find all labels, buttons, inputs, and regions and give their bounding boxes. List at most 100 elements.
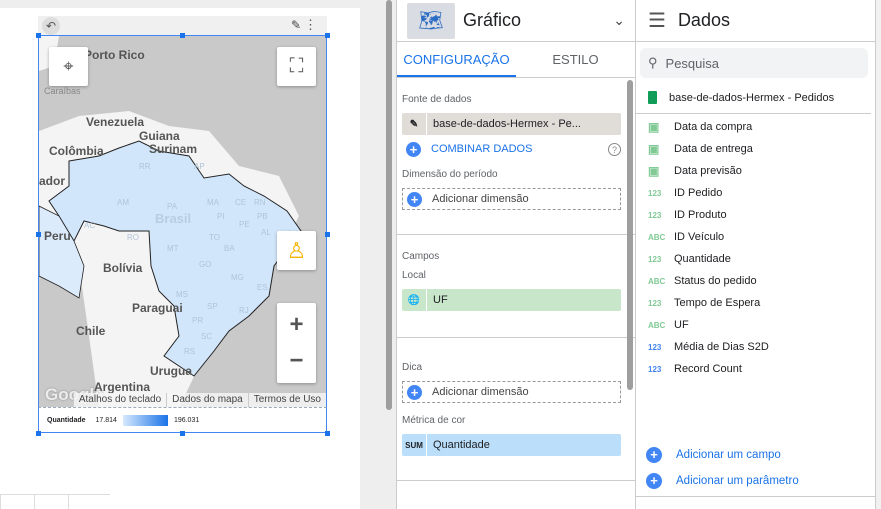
field-item[interactable]: ▣ Data previsão (636, 160, 875, 182)
add-field-button[interactable]: + Adicionar um campo (642, 442, 799, 468)
plus-icon: + (646, 447, 662, 463)
resize-handle[interactable] (180, 33, 185, 38)
state-label: PI (217, 212, 225, 221)
add-period-dimension[interactable]: + Adicionar dimensão (402, 188, 621, 210)
map-label: Chile (76, 324, 106, 338)
field-item[interactable]: 123 Tempo de Espera (636, 292, 875, 314)
report-canvas: ↶ ✎ ⋮ Porto Rico Caraíbas Venezuela Guia… (0, 0, 396, 509)
config-scrollbar[interactable] (627, 80, 633, 390)
field-item[interactable]: ABC UF (636, 314, 875, 336)
data-source-chip[interactable]: ✎ base-de-dados-Hermex - Pe... (402, 113, 621, 135)
pegman-icon[interactable]: ♙ (277, 231, 316, 270)
state-label: BA (224, 244, 235, 253)
keyboard-shortcuts-link[interactable]: Atalhos do teclado (72, 393, 166, 407)
blend-data-button[interactable]: + COMBINAR DADOS ? (402, 135, 621, 163)
map-label: Brasil (155, 211, 192, 226)
color-metric-chip[interactable]: SUM Quantidade (402, 434, 621, 456)
add-parameter-button[interactable]: + Adicionar um parâmetro (642, 468, 799, 494)
resize-handle[interactable] (36, 33, 41, 38)
terms-link[interactable]: Termos de Uso (247, 393, 326, 407)
field-item[interactable]: ABC ID Veículo (636, 226, 875, 248)
locate-icon[interactable]: ⌖ (49, 47, 88, 86)
field-label: ID Veículo (674, 231, 725, 243)
field-label: Record Count (674, 363, 742, 375)
resize-handle[interactable] (180, 431, 185, 436)
field-label: Status do pedido (674, 275, 757, 287)
state-label: RN (254, 198, 266, 207)
date-icon: ▣ (648, 142, 660, 156)
search-placeholder: Pesquisa (665, 55, 720, 71)
field-item[interactable]: 123 Média de Dias S2D (636, 336, 875, 358)
field-item[interactable]: ▣ Data de entrega (636, 138, 875, 160)
field-item[interactable]: 123 ID Pedido (636, 182, 875, 204)
text-type-icon: ABC (648, 276, 666, 286)
search-icon: ⚲ (648, 55, 658, 70)
state-label: MA (207, 198, 219, 207)
resize-handle[interactable] (36, 431, 41, 436)
canvas-scrollbar[interactable] (386, 0, 392, 410)
map-label: Guiana (139, 129, 180, 143)
state-label: AP (194, 162, 205, 171)
fullscreen-icon[interactable]: ⛶ (277, 47, 316, 86)
legend-title: Quantidade (47, 416, 86, 424)
plus-icon: + (406, 141, 421, 157)
add-field-label: Adicionar um campo (676, 449, 781, 461)
data-source-name: base-de-dados-Hermex - Pedidos (669, 91, 835, 104)
tab-estilo[interactable]: ESTILO (516, 42, 635, 77)
data-source-item[interactable]: base-de-dados-Hermex - Pedidos (636, 82, 871, 114)
state-label: PE (239, 220, 250, 229)
table-icon: ☰ (648, 10, 666, 32)
aggregation-badge[interactable]: SUM (402, 434, 427, 456)
add-tooltip-dimension[interactable]: + Adicionar dimensão (402, 381, 621, 403)
chart-type-label: Gráfico (463, 10, 522, 30)
zoom-control[interactable]: + − (277, 303, 316, 383)
location-field-chip[interactable]: 🌐 UF (402, 289, 621, 311)
legend-max: 196.031 (173, 416, 200, 424)
color-metric-field: Quantidade (433, 439, 490, 451)
state-label: RR (139, 162, 151, 171)
field-item[interactable]: ▣ Data da compra (636, 116, 875, 138)
resize-handle[interactable] (325, 431, 330, 436)
help-icon[interactable]: ? (608, 142, 621, 156)
plus-icon: + (407, 384, 422, 400)
zoom-out-icon[interactable]: − (289, 347, 303, 375)
tab-configuracao[interactable]: CONFIGURAÇÃO (397, 42, 516, 77)
field-item[interactable]: 123 ID Produto (636, 204, 875, 226)
state-label: RS (184, 347, 196, 356)
field-label: ID Produto (674, 209, 727, 221)
more-icon[interactable]: ⋮ (304, 17, 317, 33)
map-label: Peru (44, 229, 71, 243)
text-type-icon: ABC (648, 320, 666, 330)
undo-icon[interactable]: ↶ (42, 17, 60, 35)
map-data-link[interactable]: Dados do mapa (166, 393, 248, 407)
geo-map[interactable]: Porto Rico Caraíbas Venezuela Guiana Sur… (38, 35, 327, 407)
chart-config-panel: 🗺 Gráfico ⌄ CONFIGURAÇÃO ESTILO Fonte de… (396, 0, 636, 509)
number-type-icon: 123 (648, 254, 662, 264)
add-dimension-label: Adicionar dimensão (432, 193, 529, 205)
resize-handle[interactable] (36, 232, 41, 237)
state-label: RO (127, 233, 139, 242)
location-label: Local (402, 270, 426, 281)
data-panel-title: Dados (677, 10, 730, 30)
chevron-down-icon[interactable]: ⌄ (613, 12, 625, 29)
globe-icon: 🌐 (402, 289, 427, 311)
resize-handle[interactable] (325, 232, 330, 237)
color-legend: Quantidade 17.814 196.031 (38, 407, 327, 433)
pencil-icon[interactable]: ✎ (402, 113, 427, 135)
state-label: RJ (239, 306, 249, 315)
field-item[interactable]: 123 Record Count (636, 358, 875, 380)
search-input[interactable]: ⚲ Pesquisa (640, 48, 868, 78)
edit-icon[interactable]: ✎ (291, 18, 301, 32)
plus-icon: + (646, 473, 662, 489)
map-label: Colômbia (49, 144, 104, 158)
map-label: Urugua (150, 364, 192, 378)
field-item[interactable]: ABC Status do pedido (636, 270, 875, 292)
geo-map-chart-icon[interactable]: 🗺 (407, 2, 455, 39)
number-type-icon: 123 (648, 342, 662, 352)
map-label: Bolívia (103, 261, 143, 275)
zoom-in-icon[interactable]: + (289, 311, 303, 339)
resize-handle[interactable] (325, 33, 330, 38)
map-attribution: Atalhos do teclado Dados do mapa Termos … (72, 393, 326, 407)
field-item[interactable]: 123 Quantidade (636, 248, 875, 270)
period-dimension-label: Dimensão do período (402, 169, 498, 180)
